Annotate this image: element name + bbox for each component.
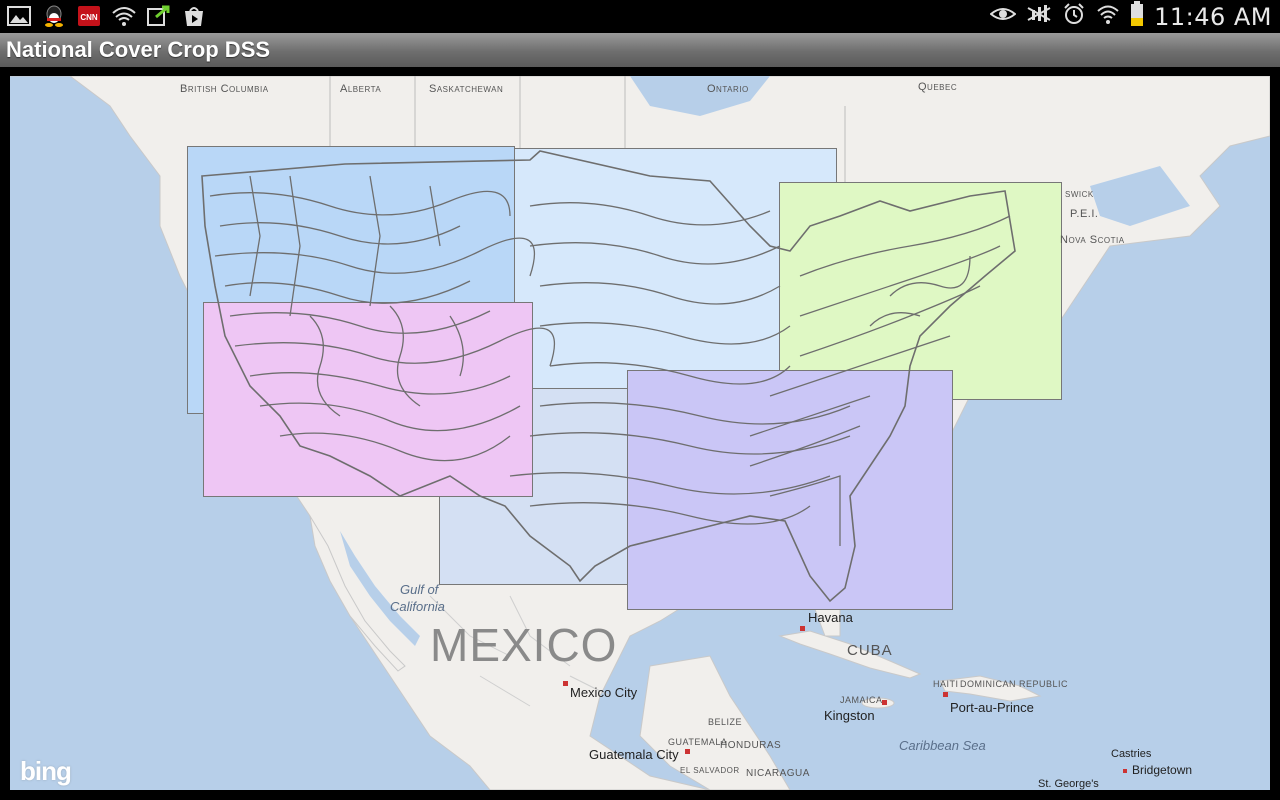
mexico-city-marker [563,681,568,686]
label-st-georges: St. George's [1038,778,1099,790]
label-alberta: Alberta [340,83,382,95]
label-belize: BELIZE [708,717,743,727]
wifi-question-icon [111,4,137,28]
label-bridgetown: Bridgetown [1132,763,1193,777]
label-ontario: Ontario [707,83,749,95]
label-british-columbia: British Columbia [180,83,269,95]
label-nova-scotia: Nova Scotia [1060,234,1125,246]
signal-mute-icon [1026,4,1052,29]
eye-icon [989,4,1017,29]
bing-logo: bing [20,756,72,786]
label-honduras: HONDURAS [720,740,782,751]
label-nicaragua: NICARAGUA [746,768,810,779]
label-guatemala-city: Guatemala City [589,747,679,762]
label-mexico-city: Mexico City [570,685,638,700]
wifi-icon [1096,3,1120,30]
clock-time: 11:46 AM [1154,2,1272,31]
play-store-icon [181,4,207,28]
havana-marker [800,626,805,631]
contour-overlay [201,150,1016,603]
bridgetown-marker [1123,769,1127,773]
qq-icon [41,4,67,28]
label-kingston: Kingston [824,708,875,723]
label-havana: Havana [808,610,853,625]
kingston-marker [882,700,887,705]
label-guatemala: GUATEMALA [668,737,728,747]
label-cuba: CUBA [847,642,893,659]
label-quebec: Quebec [918,81,958,93]
label-mexico: MEXICO [430,619,618,671]
app-title: National Cover Crop DSS [6,37,271,62]
label-california: California [390,599,445,614]
label-port-au-prince: Port-au-Prince [950,700,1034,715]
app-title-bar: National Cover Crop DSS [0,33,1280,67]
label-dominican-republic: DOMINICAN REPUBLIC [960,679,1069,689]
svg-text:CNN: CNN [80,13,98,22]
us-outline [201,150,1016,603]
guatemala-city-marker [685,749,690,754]
label-el-salvador: EL SALVADOR [680,766,740,775]
label-castries: Castries [1111,748,1152,760]
label-pei: P.E.I. [1070,208,1099,220]
label-caribbean-sea: Caribbean Sea [899,738,986,753]
label-saskatchewan: Saskatchewan [429,83,504,95]
contour-lines [209,175,1011,546]
port-au-prince-marker [943,692,948,697]
gallery-icon [6,4,32,28]
label-gulf-of: Gulf of [400,582,439,597]
label-haiti: HAITI [933,679,959,689]
alarm-icon [1062,2,1086,31]
label-jamaica: JAMAICA [840,695,883,705]
label-new-brunswick: swick [1065,188,1094,200]
battery-icon [1130,1,1144,32]
transfer-icon [146,4,172,28]
status-bar: CNN 11:46 AM [0,0,1280,33]
cnn-icon: CNN [76,4,102,28]
map-view[interactable]: British Columbia Alberta Saskatchewan On… [10,76,1270,790]
